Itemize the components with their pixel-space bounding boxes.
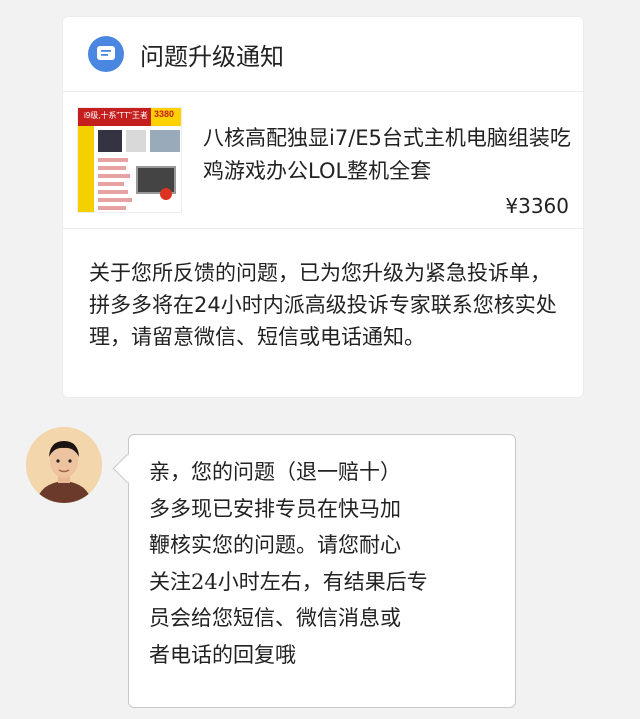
avatar[interactable]: [26, 427, 102, 503]
reply-line: 关注24小时左右，有结果后专: [149, 569, 428, 594]
thumbnail-badge-text: i9级,十系"TT"王者: [84, 111, 148, 120]
card-header: 问题升级通知: [63, 17, 583, 92]
reply-line: 鞭核实您的问题。请您耐心: [149, 533, 401, 557]
upgrade-notice-card: 问题升级通知 i9级,十系"TT"王者 3380 八核高配独显i7/E5台式主机…: [62, 16, 584, 398]
notice-text: 关于您所反馈的问题，已为您升级为紧急投诉单，拼多多将在24小时内派高级投诉专家联…: [89, 261, 557, 349]
reply-line: 者电话的回复哦: [149, 642, 296, 667]
product-thumbnail[interactable]: i9级,十系"TT"王者 3380: [77, 107, 182, 213]
reply-line: 多多现已安排专员在快马加: [149, 496, 401, 521]
card-title: 问题升级通知: [140, 42, 284, 71]
chat-bubble: 亲，您的问题（退一赔十） 多多现已安排专员在快马加 鞭核实您的问题。请您耐心 关…: [128, 434, 516, 708]
reply-line: 员会给您短信、微信消息或: [149, 606, 401, 630]
product-title[interactable]: 八核高配独显i7/E5台式主机电脑组装吃鸡游戏办公LOL整机全套: [203, 122, 573, 188]
reply-line: 亲，您的问题（退一赔十）: [149, 460, 401, 484]
product-item[interactable]: i9级,十系"TT"王者 3380 八核高配独显i7/E5台式主机电脑组装吃鸡游…: [63, 92, 583, 229]
message-icon: [88, 36, 124, 72]
thumbnail-price-text: 3380: [154, 109, 175, 119]
product-price: ¥3360: [505, 194, 569, 218]
